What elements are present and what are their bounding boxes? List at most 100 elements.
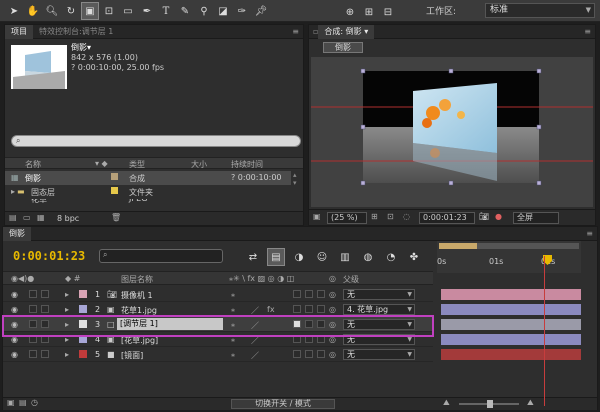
brush-tool-icon[interactable]: ✎ xyxy=(176,2,194,20)
col-type[interactable]: 类型 xyxy=(129,159,145,170)
interpret-footage-icon[interactable]: ▤ xyxy=(9,213,17,222)
toggle-switches-modes-button[interactable]: 切换开关 / 模式 xyxy=(231,399,335,409)
panel-menu-icon[interactable]: ≡ xyxy=(584,27,591,36)
shy-switch-icon[interactable]: ⁎ xyxy=(231,290,235,299)
layer-row[interactable]: ◉ ▸ 5 ■ [镜面] ⁎ ／ ◎ 无 xyxy=(3,347,433,362)
hide-shy-layers-icon[interactable]: ☺ xyxy=(313,248,331,266)
pick-whip-icon[interactable]: ◎ xyxy=(329,350,336,359)
lock-switch[interactable] xyxy=(41,305,49,313)
axis-mode-local-icon[interactable]: ⊕ xyxy=(341,3,359,21)
mask-toggle-icon[interactable]: ◌ xyxy=(403,212,410,221)
motion-blur-icon[interactable]: ◍ xyxy=(359,248,377,266)
project-row-comp[interactable]: ▦ 倒影 合成 ? 0:00:10:00 xyxy=(5,171,291,185)
snapshot-icon[interactable]: 📷︎ xyxy=(479,212,489,221)
pan-behind-tool-icon[interactable]: ⊡ xyxy=(100,2,118,20)
adjustment-layer-switch[interactable] xyxy=(293,290,301,298)
layer-name[interactable]: [镜面] xyxy=(121,350,143,361)
label-color-swatch[interactable] xyxy=(79,290,87,298)
lock-switch[interactable] xyxy=(41,290,49,298)
shy-switch-icon[interactable]: ⁎ xyxy=(231,350,235,359)
tab-composition[interactable]: 合成: 倒影 ▾ xyxy=(318,24,375,39)
video-eye-icon[interactable]: ◉ xyxy=(11,305,18,314)
solo-switch[interactable] xyxy=(29,305,37,313)
parent-select[interactable]: 无 xyxy=(343,289,415,300)
eraser-tool-icon[interactable]: ◪ xyxy=(214,2,232,20)
resolution-select[interactable]: 全屏 xyxy=(513,212,559,224)
layer-duration-bar[interactable] xyxy=(441,334,581,345)
expand-arrow-icon[interactable]: ▸ xyxy=(65,305,69,314)
parent-select[interactable]: 无 xyxy=(343,349,415,360)
frame-blending-icon[interactable]: ▥ xyxy=(336,248,354,266)
layer-duration-bar[interactable] xyxy=(441,304,581,315)
adjustment-layer-switch[interactable] xyxy=(293,305,301,313)
zoom-select[interactable]: (25 %) xyxy=(327,212,367,224)
zoom-tool-icon[interactable]: 🔍︎ xyxy=(43,2,61,20)
time-zoom-slider[interactable] xyxy=(459,400,519,408)
collapse-switch[interactable] xyxy=(317,305,325,313)
shy-switch-icon[interactable]: ⁎ xyxy=(231,305,235,314)
project-search-input[interactable]: ⌕ xyxy=(11,135,301,147)
modes-pane-icon[interactable]: ▤ xyxy=(19,398,27,407)
col-name[interactable]: 名称 xyxy=(25,159,41,170)
live-update-icon[interactable]: ▤ xyxy=(267,248,285,266)
label-color-swatch[interactable] xyxy=(79,305,87,313)
workspace-select[interactable]: 标准 xyxy=(485,3,595,18)
timeline-current-time[interactable]: 0:00:01:23 xyxy=(13,249,85,263)
axis-mode-world-icon[interactable]: ⊞ xyxy=(360,3,378,21)
col-parent[interactable]: 父级 xyxy=(343,274,359,285)
3d-layer-switch[interactable] xyxy=(305,305,313,313)
roto-brush-tool-icon[interactable]: ✑ xyxy=(233,2,251,20)
scroll-arrows-icon[interactable]: ▴ ▾ xyxy=(293,171,301,187)
color-depth-label[interactable]: 8 bpc xyxy=(57,214,79,223)
lock-switch[interactable] xyxy=(41,350,49,358)
label-swatch[interactable] xyxy=(111,187,118,194)
tab-timeline-comp[interactable]: 倒影 xyxy=(3,226,31,241)
zoom-out-icon[interactable]: ⛰︎ xyxy=(443,398,450,408)
panel-menu-icon[interactable]: ≡ xyxy=(292,27,299,36)
project-row-folder[interactable]: ▸ ▬ 固态层 文件夹 xyxy=(5,185,291,199)
pick-whip-icon[interactable]: ◎ xyxy=(329,305,336,314)
draft-3d-icon[interactable]: ◑ xyxy=(290,248,308,266)
time-ruler[interactable]: 0s 01s 02s xyxy=(437,241,581,273)
expand-arrow-icon[interactable]: ▸ xyxy=(11,187,15,196)
zoom-slider-handle[interactable] xyxy=(487,400,493,408)
hand-tool-icon[interactable]: ✋ xyxy=(24,2,42,20)
layer-duration-bar[interactable] xyxy=(441,289,581,300)
current-time-display[interactable]: 0:00:01:23 xyxy=(419,212,475,224)
video-eye-icon[interactable]: ◉ xyxy=(11,290,18,299)
rotate-tool-icon[interactable]: ↻ xyxy=(62,2,80,20)
solo-switch[interactable] xyxy=(29,350,37,358)
layer-switches-pane-icon[interactable]: ▣ xyxy=(7,398,15,407)
col-duration[interactable]: 持续时间 xyxy=(231,159,263,170)
label-swatch[interactable] xyxy=(111,173,118,180)
rectangle-mask-tool-icon[interactable]: ▭ xyxy=(119,2,137,20)
brainstorm-icon[interactable]: ✤ xyxy=(405,248,423,266)
pen-tool-icon[interactable]: ✒ xyxy=(138,2,156,20)
adjustment-layer-switch[interactable] xyxy=(293,350,301,358)
unified-camera-tool-icon[interactable]: ▣ xyxy=(81,2,99,20)
safe-zones-icon[interactable]: ⊞ xyxy=(371,212,378,221)
expand-arrow-icon[interactable]: ▸ xyxy=(65,350,69,359)
puppet-pin-tool-icon[interactable]: 📌︎ xyxy=(252,2,270,20)
zoom-in-icon[interactable]: ⛰ xyxy=(527,398,534,408)
selection-tool-icon[interactable]: ➤ xyxy=(5,2,23,20)
label-col-icon[interactable]: ▾ ◆ xyxy=(95,159,108,168)
col-size[interactable]: 大小 xyxy=(191,159,207,170)
collapse-switch[interactable] xyxy=(317,290,325,298)
new-folder-icon[interactable]: ▭ xyxy=(23,213,31,222)
video-eye-icon[interactable]: ◉ xyxy=(11,350,18,359)
work-area-bar[interactable] xyxy=(439,243,477,249)
text-tool-icon[interactable]: T xyxy=(157,2,175,20)
3d-layer-switch[interactable] xyxy=(305,290,313,298)
grid-icon[interactable]: ⊡ xyxy=(387,212,394,221)
trash-icon[interactable]: 🗑︎ xyxy=(111,213,121,222)
layer-name[interactable]: 摄像机 1 xyxy=(121,290,153,301)
new-composition-icon[interactable]: ▦ xyxy=(37,213,45,222)
col-layer-name[interactable]: 图层名称 xyxy=(121,274,153,285)
3d-layer-switch[interactable] xyxy=(305,350,313,358)
comp-mini-flowchart-icon[interactable]: ⇄ xyxy=(244,248,262,266)
clone-stamp-tool-icon[interactable]: ⚲ xyxy=(195,2,213,20)
tab-effect-controls[interactable]: 特效控制台:调节层 1 xyxy=(33,25,119,39)
project-scrollbar[interactable]: ▴ ▾ xyxy=(293,171,301,211)
layer-duration-bar[interactable] xyxy=(441,319,581,330)
